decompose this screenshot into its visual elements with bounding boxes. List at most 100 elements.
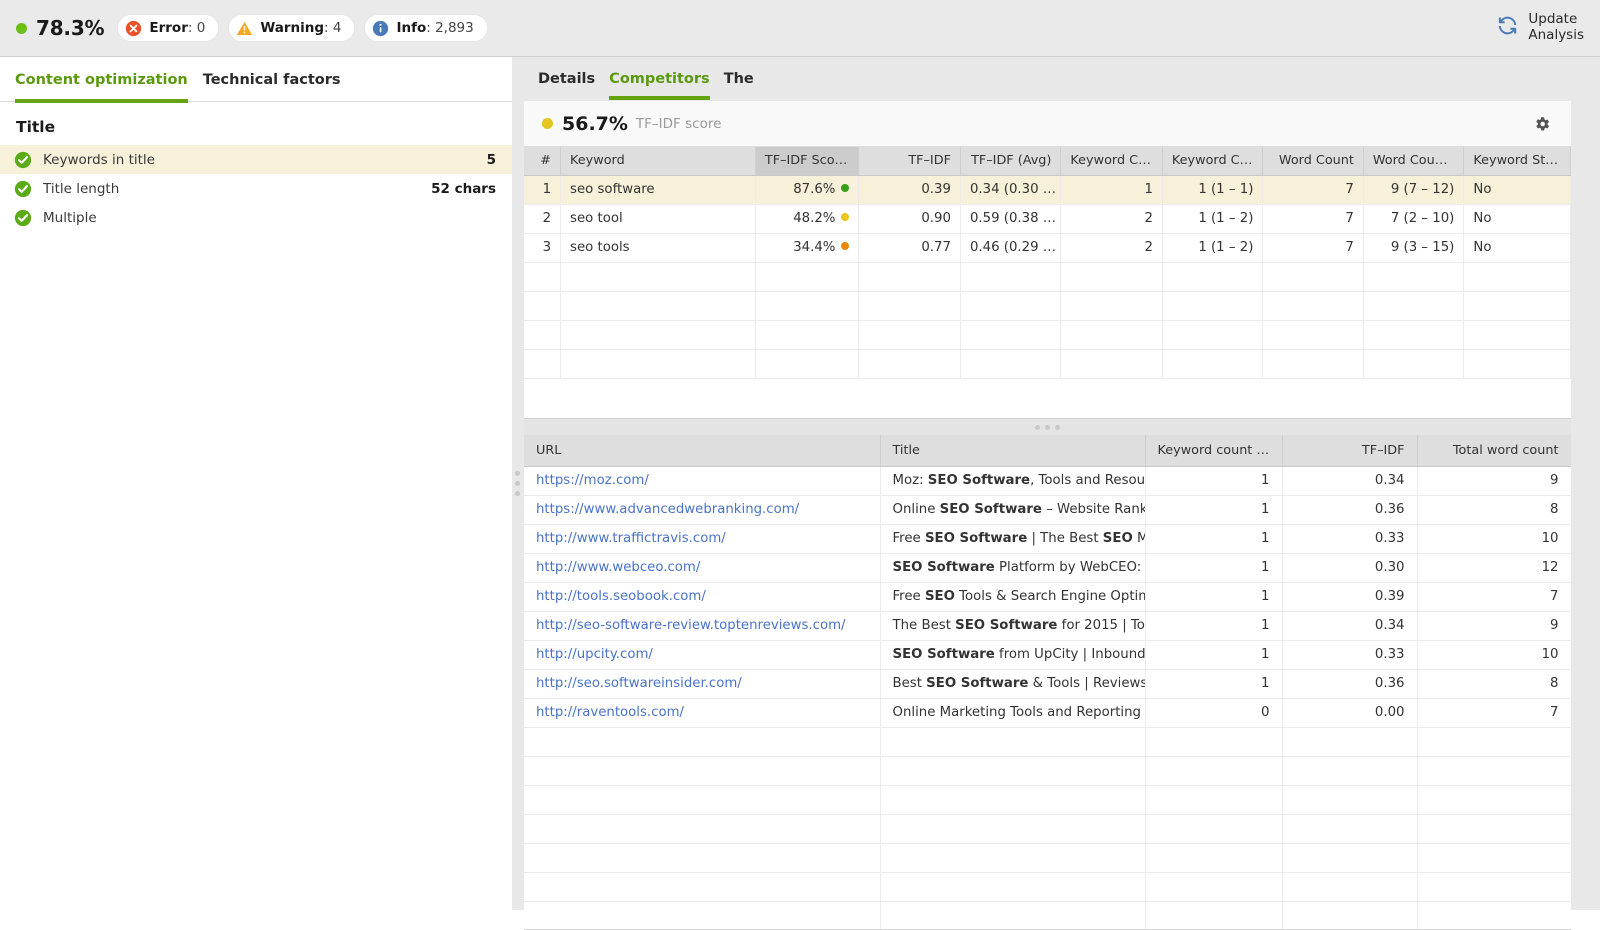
score-summary-group: 78.3% Error: 0 Warning: 4 Info: 2,893 xyxy=(0,14,488,42)
title-cell: SEO Software from UpCity | Inbound Marke… xyxy=(880,640,1146,670)
column-header[interactable]: Keyword Cou… xyxy=(1162,147,1264,176)
competitor-url-link[interactable]: http://upcity.com/ xyxy=(536,647,653,662)
tfidf-score-cell: 34.4% xyxy=(755,233,860,263)
url-cell[interactable]: http://www.traffictravis.com/ xyxy=(524,524,881,554)
keyword-count-avg-cell: 1 xyxy=(1145,553,1283,583)
column-header[interactable]: Word Count xyxy=(1262,147,1364,176)
check-icon xyxy=(14,209,32,226)
keyword-count-avg-cell: 1 xyxy=(1145,669,1283,699)
total-word-count-cell: 8 xyxy=(1417,669,1571,699)
tab-content-optimization[interactable]: Content optimization xyxy=(15,72,188,103)
empty-row xyxy=(524,814,1571,844)
column-header[interactable]: TF–IDF xyxy=(1282,435,1418,467)
competitor-url-link[interactable]: http://seo.softwareinsider.com/ xyxy=(536,676,742,691)
badge-warning[interactable]: Warning: 4 xyxy=(228,14,356,42)
column-header[interactable]: TF–IDF xyxy=(858,147,961,176)
keyword-tfidf-table: # Keyword TF–IDF Score ▼ TF–IDF TF–IDF (Avg) K… xyxy=(524,147,1571,419)
keyword-cell: seo tools xyxy=(560,233,756,263)
score-dot-icon xyxy=(841,184,850,192)
column-header[interactable]: Keyword Cou… xyxy=(1060,147,1163,176)
tab-details[interactable]: Details xyxy=(538,71,595,100)
tab-technical-factors[interactable]: Technical factors xyxy=(203,72,341,102)
table-row[interactable]: https://www.advancedwebranking.com/Onlin… xyxy=(524,495,1571,525)
keyword-stuffing-cell: No xyxy=(1463,175,1571,205)
column-header[interactable]: Keyword count (Avg) xyxy=(1145,435,1283,467)
keyword-cell: seo software xyxy=(560,175,756,205)
competitor-results-table: URL Title Keyword count (Avg) TF–IDF Total w… xyxy=(524,435,1571,930)
empty-row xyxy=(524,291,1571,321)
competitor-url-link[interactable]: http://www.webceo.com/ xyxy=(536,560,700,575)
score-dot-icon xyxy=(841,213,850,221)
update-analysis-button[interactable]: Update Analysis xyxy=(1496,11,1584,43)
tfidf-cell: 0.34 xyxy=(1282,466,1418,496)
table-row[interactable]: 1 seo software 87.6% 0.39 0.34 (0.30 … 1 1 (1 … xyxy=(524,175,1571,205)
table-row[interactable]: http://upcity.com/SEO Software from UpCi… xyxy=(524,640,1571,670)
competitor-url-link[interactable]: http://www.traffictravis.com/ xyxy=(536,531,726,546)
column-header[interactable]: TF–IDF Score ▼ xyxy=(755,147,860,176)
table-row[interactable]: http://www.traffictravis.com/Free SEO So… xyxy=(524,524,1571,554)
score-dot-icon xyxy=(841,242,850,250)
tab-competitors[interactable]: Competitors xyxy=(609,71,710,100)
row-number: 2 xyxy=(524,204,562,234)
competitor-url-link[interactable]: http://seo-software-review.toptenreviews… xyxy=(536,618,846,633)
factor-row[interactable]: Multiple tags</span><span class="s-value… xyxy=(0,203,512,232)
word-count-cell: 7 xyxy=(1262,204,1364,234)
url-cell[interactable]: http://raventools.com/ xyxy=(524,698,881,728)
url-cell[interactable]: https://www.advancedwebranking.com/ xyxy=(524,495,881,525)
factor-row[interactable]: Title length 52 chars xyxy=(0,174,512,203)
column-header[interactable]: TF–IDF (Avg) xyxy=(960,147,1062,176)
url-cell[interactable]: http://www.webceo.com/ xyxy=(524,553,881,583)
table-row[interactable]: http://seo.softwareinsider.com/Best SEO … xyxy=(524,669,1571,699)
tfidf-cell: 0.00 xyxy=(1282,698,1418,728)
column-header[interactable]: URL xyxy=(524,435,881,467)
column-header[interactable]: # xyxy=(524,147,562,176)
url-cell[interactable]: http://seo.softwareinsider.com/ xyxy=(524,669,881,699)
factor-row[interactable]: Keywords in title 5 xyxy=(0,145,512,174)
empty-row xyxy=(524,843,1571,873)
error-icon xyxy=(126,20,142,36)
keyword-table-body: 1 seo software 87.6% 0.39 0.34 (0.30 … 1 1 (1 … xyxy=(524,175,1571,379)
keyword-count-avg-cell: 1 xyxy=(1145,611,1283,641)
splitter-dot-icon xyxy=(1055,424,1060,430)
tfidf-score-label: TF–IDF score xyxy=(635,115,722,132)
keyword-count-avg-cell: 1 xyxy=(1145,524,1283,554)
badge-error[interactable]: Error: 0 xyxy=(117,14,220,42)
gear-icon[interactable] xyxy=(1533,115,1551,133)
competitor-url-link[interactable]: https://moz.com/ xyxy=(536,473,649,488)
tab-the-title-tag[interactable]: The tag</div> xyxy=(724,71,754,100)
table-row[interactable]: http://raventools.com/Online Marketing T… xyxy=(524,698,1571,728)
url-cell[interactable]: http://seo-software-review.toptenreviews… xyxy=(524,611,881,641)
tfidf-cell: 0.39 xyxy=(858,175,961,205)
column-header[interactable]: Word Count (… xyxy=(1363,147,1465,176)
url-cell[interactable]: http://tools.seobook.com/ xyxy=(524,582,881,612)
column-header[interactable]: Keyword xyxy=(560,147,756,176)
word-count-cell: 7 xyxy=(1262,233,1364,263)
table-row[interactable]: 3 seo tools 34.4% 0.77 0.46 (0.29 … 2 1 (1 – 2… xyxy=(524,233,1571,263)
table-row[interactable]: http://www.webceo.com/SEO Software Platf… xyxy=(524,553,1571,583)
table-row[interactable]: http://seo-software-review.toptenreviews… xyxy=(524,611,1571,641)
table-row[interactable]: 2 seo tool 48.2% 0.90 0.59 (0.38 … 2 1 (1 – 2)… xyxy=(524,204,1571,234)
factor-label: Keywords in title xyxy=(43,151,155,168)
column-header[interactable]: Title xyxy=(880,435,1146,467)
keyword-count-avg-cell: 1 (1 – 2) xyxy=(1162,204,1264,234)
table-row[interactable]: https://moz.com/Moz: SEO Software, Tools… xyxy=(524,466,1571,496)
column-header[interactable]: Total word count xyxy=(1417,435,1571,467)
title-cell: Free SEO Tools & Search Engine Optimizat… xyxy=(880,582,1146,612)
word-count-cell: 7 xyxy=(1262,175,1364,205)
competitor-url-link[interactable]: http://raventools.com/ xyxy=(536,705,684,720)
tfidf-cell: 0.30 xyxy=(1282,553,1418,583)
competitor-url-link[interactable]: http://tools.seobook.com/ xyxy=(536,589,706,604)
column-header[interactable]: Keyword Stuf… xyxy=(1463,147,1571,176)
url-cell[interactable]: http://upcity.com/ xyxy=(524,640,881,670)
tfidf-score-value: 56.7% xyxy=(562,112,628,135)
url-cell[interactable]: https://moz.com/ xyxy=(524,466,881,496)
table-horizontal-splitter[interactable] xyxy=(524,419,1571,435)
badge-info[interactable]: Info: 2,893 xyxy=(364,14,488,42)
tfidf-cell: 0.33 xyxy=(1282,524,1418,554)
tfidf-avg-cell: 0.34 (0.30 … xyxy=(960,175,1062,205)
competitor-url-link[interactable]: https://www.advancedwebranking.com/ xyxy=(536,502,799,517)
keyword-table-header-row: # Keyword TF–IDF Score ▼ TF–IDF TF–IDF (Avg) K… xyxy=(524,147,1571,176)
table-row[interactable]: http://tools.seobook.com/Free SEO Tools … xyxy=(524,582,1571,612)
panel-vertical-splitter[interactable] xyxy=(512,57,523,910)
total-word-count-cell: 9 xyxy=(1417,466,1571,496)
